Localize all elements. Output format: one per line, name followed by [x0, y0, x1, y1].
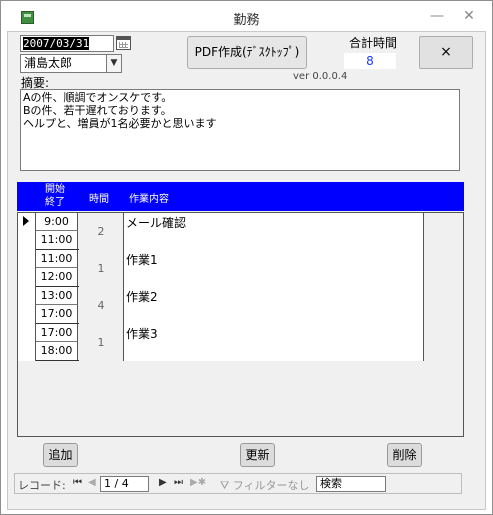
filter-icon: ⛛: [220, 479, 230, 492]
title-bar: 勤務 — ✕: [1, 1, 492, 31]
work-content-cell[interactable]: 作業1: [124, 250, 424, 287]
end-time-cell[interactable]: 17:00: [36, 305, 78, 323]
prev-record-icon[interactable]: ◀: [88, 477, 96, 488]
search-input[interactable]: 検索: [316, 476, 386, 492]
end-time-cell[interactable]: 12:00: [36, 268, 78, 286]
first-record-icon[interactable]: ⏮: [73, 477, 82, 488]
total-hours-label: 合計時間: [348, 36, 397, 50]
work-content-cell[interactable]: 作業3: [124, 324, 424, 361]
work-content-cell[interactable]: 作業2: [124, 287, 424, 324]
next-record-icon[interactable]: ▶: [159, 477, 167, 488]
minimize-button[interactable]: —: [427, 7, 447, 25]
chevron-down-icon[interactable]: ▼: [106, 54, 122, 73]
row-tail: [424, 324, 463, 361]
header-end: 終了: [45, 197, 65, 208]
app-window: 勤務 — ✕ 2007/03/31 浦島太郎 ▼ PDF作成(ﾃﾞｽｸﾄｯﾌﾟ)…: [0, 0, 493, 515]
start-time-cell[interactable]: 11:00: [36, 250, 78, 268]
delete-button[interactable]: 削除: [387, 443, 422, 467]
work-grid: 9:00 11:00 2 メール確認 11:00 12:00 1 作業1 13:…: [17, 212, 464, 437]
row-tail: [424, 250, 463, 287]
date-field[interactable]: 2007/03/31: [20, 35, 114, 52]
record-selector[interactable]: [18, 213, 36, 250]
start-time-cell[interactable]: 13:00: [36, 287, 78, 305]
row-tail: [424, 213, 463, 250]
header-work: 作業内容: [129, 194, 169, 205]
add-button[interactable]: 追加: [43, 443, 78, 467]
table-row[interactable]: 17:00 18:00 1 作業3: [18, 324, 463, 361]
version-label: ver 0.0.0.4: [293, 71, 348, 82]
hours-cell: 4: [79, 287, 124, 324]
record-selector[interactable]: [18, 250, 36, 287]
table-row[interactable]: 9:00 11:00 2 メール確認: [18, 213, 463, 250]
record-selector[interactable]: [18, 287, 36, 324]
grid-header: 開始 終了 時間 作業内容: [17, 182, 464, 211]
work-content-cell[interactable]: メール確認: [124, 213, 424, 250]
window-title: 勤務: [233, 13, 260, 28]
calendar-icon[interactable]: [116, 36, 131, 50]
table-row[interactable]: 11:00 12:00 1 作業1: [18, 250, 463, 287]
date-value: 2007/03/31: [23, 37, 90, 50]
total-hours-value: 8: [344, 53, 396, 69]
header-start-end: 開始 終了: [41, 183, 69, 209]
last-record-icon[interactable]: ⏭: [174, 477, 183, 488]
header-time: 時間: [89, 194, 109, 205]
work-form: 2007/03/31 浦島太郎 ▼ PDF作成(ﾃﾞｽｸﾄｯﾌﾟ) 合計時間 8…: [7, 31, 486, 510]
filter-status[interactable]: ⛛ フィルターなし: [220, 477, 310, 493]
summary-textarea[interactable]: Aの件、順調でオンスケです。 Bの件、若干遅れております。 ヘルプと、増員が1名…: [20, 89, 460, 171]
start-time-cell[interactable]: 17:00: [36, 324, 78, 342]
record-label: レコード:: [18, 479, 66, 492]
record-selector[interactable]: [18, 324, 36, 361]
current-record-icon: [23, 216, 29, 226]
update-button[interactable]: 更新: [240, 443, 275, 467]
filter-label: フィルターなし: [232, 479, 310, 492]
hours-cell: 2: [79, 213, 124, 250]
header-start: 開始: [45, 184, 65, 195]
hours-cell: 1: [79, 324, 124, 361]
record-navigation-bar: レコード: ⏮ ◀ 1 / 4 ▶ ⏭ ▶✱ ⛛ フィルターなし 検索: [14, 473, 462, 494]
new-record-icon[interactable]: ▶✱: [190, 477, 206, 488]
hours-cell: 1: [79, 250, 124, 287]
start-time-cell[interactable]: 9:00: [36, 213, 78, 231]
close-window-button[interactable]: ✕: [459, 7, 479, 25]
close-form-button[interactable]: ×: [419, 36, 473, 69]
end-time-cell[interactable]: 11:00: [36, 231, 78, 249]
end-time-cell[interactable]: 18:00: [36, 342, 78, 360]
record-position-input[interactable]: 1 / 4: [100, 476, 149, 492]
row-tail: [424, 287, 463, 324]
pdf-export-button[interactable]: PDF作成(ﾃﾞｽｸﾄｯﾌﾟ): [187, 36, 307, 69]
table-row[interactable]: 13:00 17:00 4 作業2: [18, 287, 463, 324]
